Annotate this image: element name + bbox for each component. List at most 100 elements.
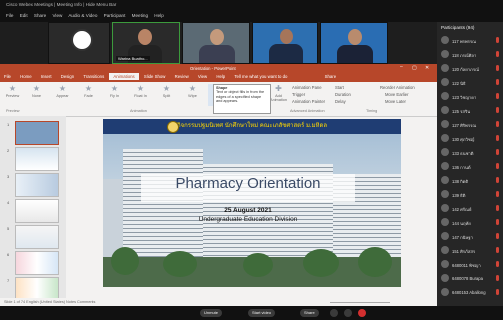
participant-row[interactable]: 151 ศิรภัสสร (441, 246, 501, 256)
webex-title: Cisco Webex Meetings | Meeting Info | Hi… (6, 2, 117, 7)
slide-thumbnail[interactable] (15, 199, 59, 223)
star-icon: ★ (84, 84, 93, 93)
close-icon[interactable]: ✕ (425, 65, 429, 71)
participant-row[interactable]: 144 นฤทัย (441, 218, 501, 228)
participant-row[interactable]: 6480078 Burapa (441, 274, 501, 284)
participant-name: 144 นฤทัย (452, 221, 471, 226)
move-earlier-button[interactable]: Move Earlier (385, 92, 409, 97)
trigger-button[interactable]: Trigger (292, 92, 305, 97)
maximize-icon[interactable]: ▢ (412, 65, 417, 71)
participant-name: 136 กานต์ (452, 165, 471, 170)
menu-audio-video[interactable]: Audio & Video (68, 13, 97, 18)
participant-row[interactable]: 133 ธนชาติ (441, 148, 501, 158)
participant-row[interactable]: 6480011 พิชญา (441, 260, 501, 270)
tab-slide-show[interactable]: Slide Show (140, 73, 170, 80)
slide-thumbnail[interactable] (15, 251, 59, 275)
participant-row[interactable]: 120 กัลยาภรณ์ (441, 64, 501, 74)
ppt-title-bar: Orientation - PowerPoint ✕ ▢ – (0, 64, 437, 73)
delay-field[interactable]: Delay (335, 99, 346, 104)
participant-row[interactable]: 139 ธิติ (441, 190, 501, 200)
tab-view[interactable]: View (194, 73, 211, 80)
preview-button[interactable]: ★ Preview (2, 84, 23, 106)
start-field[interactable]: Start (335, 85, 344, 90)
tab-review[interactable]: Review (171, 73, 193, 80)
tab-design[interactable]: Design (57, 73, 78, 80)
record-icon[interactable] (330, 309, 338, 317)
avatar (441, 64, 449, 72)
current-slide[interactable]: กิจกรรมปฐมนิเทศ นักศึกษาใหม่ คณะเภสัชศาส… (103, 119, 401, 287)
animation-split[interactable]: ★ Split (156, 84, 177, 106)
avatar (280, 29, 293, 44)
participant-row[interactable]: 138 กิตติ (441, 176, 501, 186)
share-button[interactable]: Share (300, 309, 319, 317)
add-animation-button[interactable]: ✚ Add Animation (268, 84, 289, 106)
participant-row[interactable]: 142 ศรัณย์ (441, 204, 501, 214)
muted-mic-icon (496, 219, 499, 225)
participant-row[interactable]: 130 ศุภวิชญ์ (441, 134, 501, 144)
duration-field[interactable]: Duration (335, 92, 351, 97)
tab-help[interactable]: Help (212, 73, 229, 80)
animation-appear[interactable]: ★ Appear (52, 84, 73, 106)
animation-fly-in[interactable]: ★ Fly In (104, 84, 125, 106)
end-meeting-button[interactable] (358, 309, 366, 317)
participant-row[interactable]: 122 นิธิ (441, 78, 501, 88)
menu-file[interactable]: File (6, 13, 13, 18)
participant-row[interactable]: 123 วิชญาดา (441, 92, 501, 102)
participant-row[interactable]: 117 พรพรรณ (441, 36, 501, 46)
more-options-button[interactable] (344, 309, 352, 317)
menu-help[interactable]: Help (154, 13, 163, 18)
muted-mic-icon (496, 233, 499, 239)
menu-edit[interactable]: Edit (20, 13, 28, 18)
unmute-button[interactable]: Unmute (200, 309, 223, 317)
slide-thumbnail[interactable] (15, 121, 59, 145)
animation-fade[interactable]: ★ Fade (78, 84, 99, 106)
slide-division[interactable]: Undergraduate Education Division (141, 216, 355, 223)
avatar (441, 106, 449, 114)
menu-meeting[interactable]: Meeting (132, 13, 148, 18)
video-tile-5[interactable] (320, 22, 388, 64)
slide-thumbnail[interactable] (15, 225, 59, 249)
share-button[interactable]: Share (321, 73, 340, 80)
menu-share[interactable]: Share (34, 13, 46, 18)
reorder-label: Reorder Animation (380, 85, 415, 90)
slide-thumbnail[interactable] (15, 147, 59, 171)
slide-title[interactable]: Pharmacy Orientation (141, 175, 355, 192)
tab-file[interactable]: File (0, 73, 15, 80)
participant-row[interactable]: 147 กนิษฐา (441, 232, 501, 242)
move-later-button[interactable]: Move Later (385, 99, 406, 104)
tab-insert[interactable]: Insert (37, 73, 56, 80)
menu-view[interactable]: View (52, 13, 62, 18)
video-tile-2[interactable]: Warina Buatho... (112, 22, 180, 64)
start-video-button[interactable]: Start video (248, 309, 276, 317)
participant-row[interactable]: 125 รสริน (441, 106, 501, 116)
animation-none[interactable]: ★ None (26, 84, 47, 106)
participant-name: 6480078 Burapa (452, 276, 483, 281)
video-tile-1[interactable] (48, 22, 110, 64)
avatar (441, 190, 449, 198)
video-tile-4[interactable] (252, 22, 318, 64)
participant-name: 139 ธิติ (452, 193, 466, 198)
participant-name: 125 รสริน (452, 109, 471, 114)
slide-thumbnail[interactable] (15, 173, 59, 197)
slide-thumbnail[interactable] (15, 277, 59, 298)
participant-row[interactable]: 6480153 Aballong (441, 288, 501, 298)
animation-wipe[interactable]: ★ Wipe (182, 84, 203, 106)
muted-mic-icon (496, 65, 499, 71)
add-star-icon: ✚ (275, 84, 282, 93)
participant-row[interactable]: 127 ศิริพรรณ (441, 120, 501, 130)
menu-participant[interactable]: Participant (104, 13, 126, 18)
participant-row[interactable]: 118 ภรณ์ศิลา (441, 50, 501, 60)
video-tile-3[interactable] (182, 22, 250, 64)
tab-home[interactable]: Home (16, 73, 35, 80)
participant-row[interactable]: 136 กานต์ (441, 162, 501, 172)
tab-animations[interactable]: Animations (109, 73, 139, 80)
participant-name: 123 วิชญาดา (452, 95, 477, 100)
animation-pane-button[interactable]: Animation Pane (292, 85, 322, 90)
animation-float-in[interactable]: ★ Float In (130, 84, 151, 106)
slide-date[interactable]: 25 August 2021 (141, 207, 355, 214)
minimize-icon[interactable]: – (400, 64, 403, 70)
group-animation: Animation (130, 109, 147, 113)
tell-me-search[interactable]: Tell me what you want to do (230, 73, 291, 80)
animation-painter-button[interactable]: Animation Painter (292, 99, 325, 104)
tab-transitions[interactable]: Transitions (79, 73, 108, 80)
